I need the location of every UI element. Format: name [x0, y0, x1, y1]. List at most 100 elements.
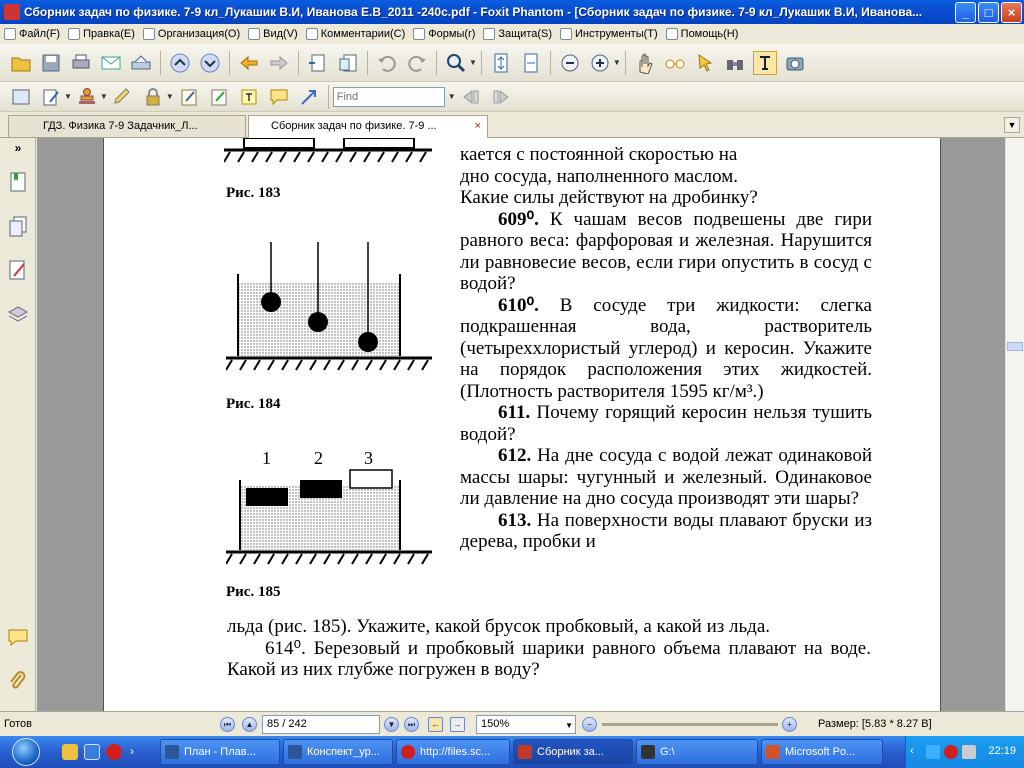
comments-panel-icon[interactable] [6, 626, 30, 650]
tab-close-icon[interactable]: × [475, 120, 481, 132]
pages-icon[interactable] [6, 214, 30, 238]
arrow-draw-icon[interactable] [297, 85, 321, 109]
close-button[interactable]: × [1001, 1, 1022, 23]
quicklaunch-explorer-icon[interactable] [62, 744, 78, 760]
find-input[interactable] [332, 86, 445, 107]
quicklaunch-opera-icon[interactable] [106, 744, 122, 760]
zoom-level-select[interactable]: 150% ▼ [476, 715, 576, 734]
find-next-icon[interactable] [489, 85, 513, 109]
previous-view-icon[interactable]: ← [428, 717, 443, 732]
taskbar-item-foxit[interactable]: Сборник за... [513, 739, 633, 765]
lock-icon[interactable] [141, 85, 165, 109]
menu-comments[interactable]: Комментарии(C) [304, 28, 412, 40]
stamp-icon[interactable] [75, 85, 99, 109]
maximize-button[interactable]: □ [978, 1, 999, 23]
next-view-icon[interactable]: → [450, 717, 465, 732]
extract-page-icon[interactable] [336, 51, 360, 75]
document-view[interactable]: Рис. 183 Рис. 184 1 2 3 Рис. 185 кается … [37, 138, 1005, 711]
glasses-icon[interactable] [663, 51, 687, 75]
quicklaunch-ie-icon[interactable] [84, 744, 100, 760]
zoom-tool-icon[interactable] [444, 51, 468, 75]
first-page-icon[interactable]: ⏮ [220, 717, 235, 732]
page-up-icon[interactable] [168, 51, 192, 75]
figure-185-image [226, 469, 432, 565]
lock-dropdown-icon[interactable]: ▼ [166, 92, 174, 101]
highlight-icon[interactable] [207, 85, 231, 109]
find-previous-icon[interactable] [459, 85, 483, 109]
scanner-icon[interactable] [129, 51, 153, 75]
open-folder-icon[interactable] [9, 51, 33, 75]
textbox-icon[interactable] [237, 85, 261, 109]
taskbar-clock[interactable]: 22:19 [988, 745, 1016, 757]
save-icon[interactable] [39, 51, 63, 75]
undo-icon[interactable] [375, 51, 399, 75]
comment-icon[interactable] [267, 85, 291, 109]
fit-width-icon[interactable] [519, 51, 543, 75]
taskbar-item-browser[interactable]: http://files.sc... [396, 739, 510, 765]
page-down-icon[interactable] [198, 51, 222, 75]
zoom-dropdown-icon[interactable]: ▼ [613, 58, 621, 67]
menu-edit[interactable]: Правка(E) [66, 28, 141, 40]
menu-protect[interactable]: Защита(S) [481, 28, 558, 40]
tray-antivirus-icon[interactable] [944, 745, 958, 759]
taskbar-item-konspekt[interactable]: Конспект_ур... [283, 739, 393, 765]
zoom-slider-track[interactable] [602, 723, 778, 726]
menu-forms[interactable]: Формы(r) [411, 28, 481, 40]
taskbar-item-plan[interactable]: План - Плав... [160, 739, 280, 765]
tab-list-dropdown-icon[interactable]: ▼ [1004, 117, 1020, 133]
menu-help[interactable]: Помощь(H) [664, 28, 745, 40]
back-arrow-icon[interactable] [237, 51, 261, 75]
menu-file[interactable]: Файл(F) [2, 28, 66, 40]
zoom-select-arrow-icon[interactable]: ▼ [565, 721, 573, 730]
snapshot-icon[interactable] [783, 51, 807, 75]
minimize-button[interactable]: _ [955, 1, 976, 23]
menu-tools[interactable]: Инструменты(T) [558, 28, 664, 40]
insert-page-icon[interactable] [306, 51, 330, 75]
forward-arrow-icon[interactable] [267, 51, 291, 75]
pen-tool-icon[interactable] [39, 85, 63, 109]
vertical-scrollbar[interactable] [1005, 138, 1024, 711]
expand-panel-icon[interactable]: » [6, 141, 30, 165]
fit-page-icon[interactable] [489, 51, 513, 75]
tray-network-icon[interactable] [926, 745, 940, 759]
menu-organize[interactable]: Организация(O) [141, 28, 246, 40]
pen-tool-dropdown-icon[interactable]: ▼ [64, 92, 72, 101]
tab-gdz-physics[interactable]: ГДЗ. Физика 7-9 Задачник_Л... [8, 115, 246, 137]
previous-page-icon[interactable]: ▲ [242, 717, 257, 732]
tab-problem-collection[interactable]: Сборник задач по физике. 7-9 ... × [248, 115, 488, 138]
zoom-in-icon[interactable] [588, 51, 612, 75]
zoom-out-status-icon[interactable]: − [582, 717, 597, 732]
text-select-icon[interactable] [752, 50, 777, 75]
redo-icon[interactable] [405, 51, 429, 75]
panel-icon[interactable] [9, 85, 33, 109]
menu-edit-label: Правка(E) [83, 28, 135, 40]
page-number-field[interactable]: 85 / 242 [262, 715, 380, 734]
zoom-tool-dropdown-icon[interactable]: ▼ [469, 58, 477, 67]
last-page-icon[interactable]: ⏭ [404, 717, 419, 732]
select-arrow-icon[interactable] [693, 51, 717, 75]
binoculars-icon[interactable] [723, 51, 747, 75]
layers-icon[interactable] [6, 302, 30, 326]
note-edit-icon[interactable] [177, 85, 201, 109]
tray-expand-icon[interactable]: ‹ [910, 745, 924, 759]
taskbar-item-powerpoint[interactable]: Microsoft Po... [761, 739, 883, 765]
taskbar-item-drive[interactable]: G:\ [636, 739, 758, 765]
zoom-out-icon[interactable] [558, 51, 582, 75]
tray-volume-icon[interactable] [962, 745, 976, 759]
hand-tool-icon[interactable] [633, 51, 657, 75]
bookmarks-icon[interactable] [6, 170, 30, 194]
scrollbar-thumb[interactable] [1007, 342, 1023, 351]
next-page-icon[interactable]: ▼ [384, 717, 399, 732]
annotations-icon[interactable] [6, 258, 30, 282]
print-icon[interactable] [69, 51, 93, 75]
start-button[interactable] [0, 736, 52, 768]
quicklaunch-more-icon[interactable]: › [130, 744, 146, 760]
attachments-icon[interactable] [6, 670, 30, 694]
stamp-dropdown-icon[interactable]: ▼ [100, 92, 108, 101]
sign-icon[interactable] [111, 85, 135, 109]
zoom-in-status-icon[interactable]: + [782, 717, 797, 732]
foxit-app-icon[interactable] [4, 4, 20, 20]
menu-view[interactable]: Вид(V) [246, 28, 304, 40]
find-dropdown-icon[interactable]: ▼ [448, 92, 456, 101]
email-icon[interactable] [99, 51, 123, 75]
